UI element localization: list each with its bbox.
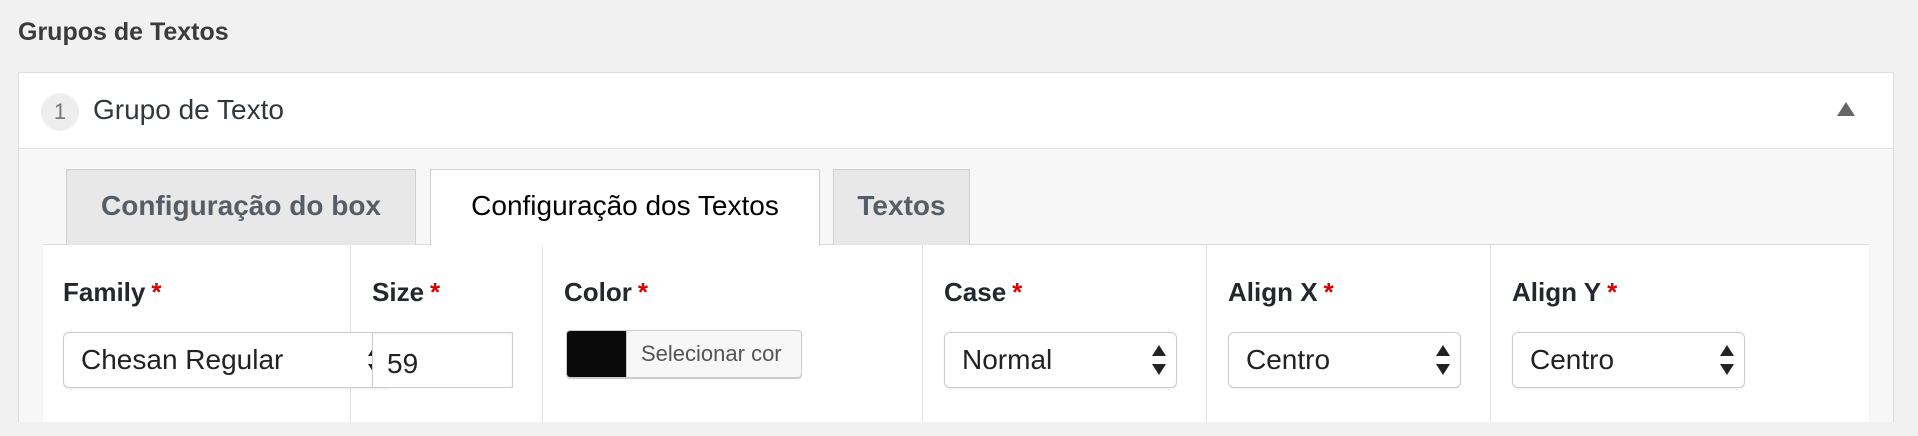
select-arrows-icon	[1152, 345, 1166, 375]
group-number-badge: 1	[41, 93, 79, 131]
required-star: *	[430, 277, 441, 307]
triangle-up-icon[interactable]	[1837, 102, 1855, 116]
required-star: *	[1323, 277, 1334, 307]
text-group-panel: 1 Grupo de Texto Configuração do box Con…	[18, 72, 1894, 422]
size-input[interactable]	[372, 332, 513, 388]
color-picker-button[interactable]: Selecionar cor	[566, 330, 802, 378]
align-y-label: Align Y *	[1512, 277, 1618, 307]
family-label: Family *	[63, 277, 162, 307]
align-x-select-value: Centro	[1246, 344, 1331, 375]
align-y-select-value: Centro	[1530, 344, 1615, 375]
group-body: Configuração do box Configuração dos Tex…	[19, 150, 1893, 422]
case-select-value: Normal	[962, 344, 1053, 375]
required-star: *	[1607, 277, 1618, 307]
color-swatch	[567, 331, 627, 377]
group-title: Grupo de Texto	[93, 94, 284, 125]
text-config-fields: Family* Chesan Regular Size* Color* Sele…	[43, 245, 1869, 422]
family-select-value: Chesan Regular	[81, 344, 284, 375]
select-arrows-icon	[1720, 345, 1734, 375]
case-label: Case *	[944, 277, 1023, 307]
section-title: Grupos de Textos	[18, 18, 229, 46]
field-align-y: Align Y * Centro	[1492, 245, 1871, 422]
field-size: Size *	[352, 245, 543, 422]
tab-texts[interactable]: Textos	[833, 169, 970, 245]
field-align-x: Align X * Centro	[1208, 245, 1491, 422]
tab-box-config[interactable]: Configuração do box	[66, 169, 416, 245]
tab-text-config[interactable]: Configuração dos Textos	[430, 169, 820, 246]
align-x-select[interactable]: Centro	[1228, 332, 1461, 388]
color-picker-label: Selecionar cor	[641, 341, 782, 366]
align-x-label: Align X *	[1228, 277, 1334, 307]
field-family: Family * Chesan Regular	[43, 245, 393, 422]
family-select[interactable]: Chesan Regular	[63, 332, 393, 388]
required-star: *	[1012, 277, 1023, 307]
size-label: Size *	[372, 277, 441, 307]
select-arrows-icon	[1436, 345, 1450, 375]
required-star: *	[151, 277, 162, 307]
field-case: Case * Normal	[924, 245, 1207, 422]
required-star: *	[637, 277, 649, 307]
field-color: Color * Selecionar cor	[544, 245, 923, 422]
case-select[interactable]: Normal	[944, 332, 1177, 388]
group-header[interactable]: 1 Grupo de Texto	[19, 73, 1893, 149]
tab-bar: Configuração do box Configuração dos Tex…	[43, 169, 1869, 246]
color-label: Color *	[564, 277, 649, 307]
align-y-select[interactable]: Centro	[1512, 332, 1745, 388]
